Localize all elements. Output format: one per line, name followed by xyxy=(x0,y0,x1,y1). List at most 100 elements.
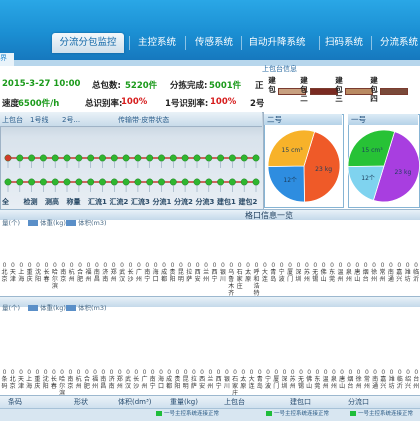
pie-slice-label: 23 kg xyxy=(394,169,411,176)
nav-tab[interactable]: 自动升降系统 xyxy=(244,33,310,53)
nav-tab[interactable]: 分流分包监控 xyxy=(52,33,124,53)
conveyor-lane-label: 全 xyxy=(2,198,9,206)
conveyor-lane-label: 称量 xyxy=(66,198,81,206)
conveyor-tab[interactable]: 上包台 xyxy=(2,115,23,125)
done-value: 5001件 xyxy=(209,81,242,91)
conveyor-lane-label: 建包1 xyxy=(217,198,236,206)
total-rate-value: 100% xyxy=(121,97,148,107)
conveyor-node[interactable] xyxy=(193,178,201,186)
upper-legend-label: 建包 xyxy=(268,76,276,94)
panel-legend-item: 体重(kg) xyxy=(28,302,66,312)
conveyor-node[interactable] xyxy=(51,178,59,186)
panel1-title: 格口信息一览 xyxy=(245,211,293,220)
status-item: 一号主控系统连接正常 xyxy=(266,409,329,417)
conveyor-lane-label: 汇流1 xyxy=(88,198,107,206)
panel-legend-item: 量(个) xyxy=(2,302,20,312)
pie-slice-label: 15 cm³ xyxy=(362,147,384,154)
conveyor-node[interactable] xyxy=(217,178,225,186)
conveyor-node[interactable] xyxy=(63,178,71,186)
right-fragment-1: 正 xyxy=(255,81,264,91)
nav-tab[interactable]: 传感系统 xyxy=(188,33,240,53)
table-column-header[interactable]: 体积(dm³) xyxy=(118,397,152,407)
table-column-header[interactable]: 上包台 xyxy=(224,397,245,407)
table-column-header[interactable]: 建包口 xyxy=(290,397,311,407)
panel-legend-item: 体积(m3) xyxy=(66,302,107,312)
conveyor-node[interactable] xyxy=(134,178,142,186)
conveyor-node[interactable] xyxy=(193,154,201,162)
conveyor-node[interactable] xyxy=(39,154,47,162)
column-zero: 0 xyxy=(414,369,419,376)
conveyor-node[interactable] xyxy=(99,178,106,186)
conveyor-node[interactable] xyxy=(205,154,213,162)
conveyor-node[interactable] xyxy=(228,178,236,186)
table-column-header[interactable]: 分流口 xyxy=(348,397,369,407)
nav-tab[interactable]: 扫码系统 xyxy=(322,33,366,53)
legend-label: 体积(m3) xyxy=(78,219,107,227)
column-label: 临沂0临沂 xyxy=(413,262,420,283)
conveyor-node[interactable] xyxy=(87,154,95,162)
conveyor-node[interactable] xyxy=(28,178,36,186)
legend-swatch xyxy=(28,220,38,226)
right-fragment-2: 2号 xyxy=(250,99,265,109)
conveyor-node[interactable] xyxy=(16,178,24,186)
conveyor-node[interactable] xyxy=(110,154,118,162)
column-zero: 0 xyxy=(414,262,418,269)
legend-label: 量(个) xyxy=(2,304,21,312)
conveyor-node[interactable] xyxy=(87,178,95,186)
nav-separator xyxy=(319,36,320,50)
conveyor-node[interactable] xyxy=(16,154,24,162)
conveyor-node[interactable] xyxy=(228,154,236,162)
conveyor-node[interactable] xyxy=(240,178,248,186)
conveyor-node[interactable] xyxy=(217,154,225,162)
conveyor-tab[interactable]: 传输带·皮带状态 xyxy=(118,115,169,125)
status-text: 一号主控系统连接正常 xyxy=(358,411,414,417)
pie-title: 一号 xyxy=(348,114,418,125)
conveyor-node[interactable] xyxy=(240,154,248,162)
nav-tab[interactable]: 分流系统 xyxy=(374,33,420,53)
conveyor-node[interactable] xyxy=(39,178,47,186)
conveyor-node[interactable] xyxy=(122,178,130,186)
conveyor-node[interactable] xyxy=(252,154,260,162)
conveyor-node[interactable] xyxy=(158,154,165,162)
upper-legend-label: 建包三 xyxy=(335,76,343,103)
legend-swatch xyxy=(28,305,38,311)
nav-tab[interactable]: 主控系统 xyxy=(132,33,182,53)
conveyor-node[interactable] xyxy=(146,178,154,186)
pie-slice-label: 12个 xyxy=(361,175,375,182)
conveyor-node[interactable] xyxy=(134,154,142,162)
conveyor-node[interactable] xyxy=(252,178,260,186)
conveyor-node[interactable] xyxy=(51,154,59,162)
conveyor-node[interactable] xyxy=(146,154,154,162)
table-column-header[interactable]: 形状 xyxy=(74,397,88,407)
table-column-header[interactable]: 重量(kg) xyxy=(170,397,198,407)
conveyor-node[interactable] xyxy=(4,154,12,162)
conveyor-node[interactable] xyxy=(75,178,83,186)
conveyor-node[interactable] xyxy=(181,178,189,186)
conveyor-node[interactable] xyxy=(169,154,177,162)
legend-label: 体积(m3) xyxy=(78,304,107,312)
column-label: 台州0台州 xyxy=(413,369,420,390)
conveyor-node[interactable] xyxy=(122,154,130,162)
conveyor-node[interactable] xyxy=(110,178,118,186)
conveyor-node[interactable] xyxy=(181,154,189,162)
conveyor-node[interactable] xyxy=(4,178,12,186)
conveyor-node[interactable] xyxy=(63,154,71,162)
conveyor-lane-label: 分流2 xyxy=(174,198,193,206)
conveyor-tab[interactable]: 1号线 xyxy=(30,115,48,125)
conveyor-node[interactable] xyxy=(99,154,106,162)
sidebar-stub[interactable]: 界 xyxy=(0,53,14,66)
conveyor-node[interactable] xyxy=(169,178,177,186)
status-text: 一号主控系统连接正常 xyxy=(164,411,220,417)
legend-label: 体重(kg) xyxy=(40,304,66,312)
table-column-header[interactable]: 条码 xyxy=(8,397,22,407)
conveyor-tab[interactable]: 2号... xyxy=(62,115,80,125)
total-label: 总包数: xyxy=(92,81,121,91)
nav-underline xyxy=(0,60,420,66)
total-rate-label: 总识别率: xyxy=(85,99,123,109)
conveyor-lane-label: 检测 xyxy=(23,198,38,206)
conveyor-node[interactable] xyxy=(158,178,165,186)
upper-legend-swatch xyxy=(380,88,408,95)
conveyor-node[interactable] xyxy=(28,154,36,162)
conveyor-node[interactable] xyxy=(205,178,213,186)
conveyor-node[interactable] xyxy=(75,154,83,162)
